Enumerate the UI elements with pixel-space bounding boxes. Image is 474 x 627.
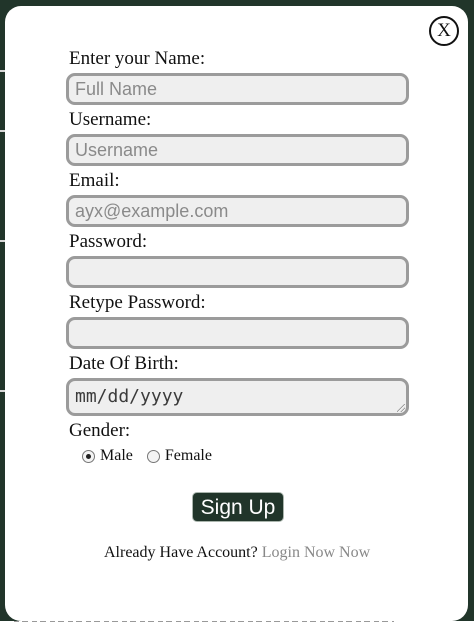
- name-label: Enter your Name:: [69, 48, 206, 69]
- gender-radio-female[interactable]: [146, 449, 160, 463]
- signup-modal: X Enter your Name: Username: Email: Pass…: [5, 6, 468, 621]
- password-label: Password:: [69, 231, 148, 252]
- username-input[interactable]: [66, 134, 409, 166]
- dob-input[interactable]: mm/dd/yyyy: [66, 378, 409, 416]
- gender-male-label[interactable]: Male: [100, 447, 133, 465]
- login-prompt-text: Already Have Account?: [104, 544, 258, 561]
- password-input[interactable]: [66, 256, 409, 288]
- retype-password-label: Retype Password:: [69, 292, 206, 313]
- email-input[interactable]: [66, 195, 409, 227]
- username-label: Username:: [69, 109, 152, 130]
- gender-female-label[interactable]: Female: [165, 447, 212, 465]
- close-button[interactable]: X: [429, 16, 459, 46]
- gender-radio-group: Male Female: [82, 447, 226, 465]
- dob-placeholder: mm/dd/yyyy: [75, 386, 184, 407]
- login-prompt: Already Have Account? Login Now Now: [104, 544, 370, 562]
- gender-label: Gender:: [69, 420, 131, 441]
- name-input[interactable]: [66, 73, 409, 105]
- resize-handle-icon[interactable]: [397, 404, 405, 412]
- retype-password-input[interactable]: [66, 317, 409, 349]
- signup-button[interactable]: Sign Up: [192, 492, 284, 522]
- dob-label: Date Of Birth:: [69, 353, 179, 374]
- gender-radio-male[interactable]: [82, 449, 95, 463]
- email-label: Email:: [69, 170, 120, 191]
- login-now-link[interactable]: Login Now Now: [262, 544, 370, 561]
- background-text-fragment: [0, 621, 474, 627]
